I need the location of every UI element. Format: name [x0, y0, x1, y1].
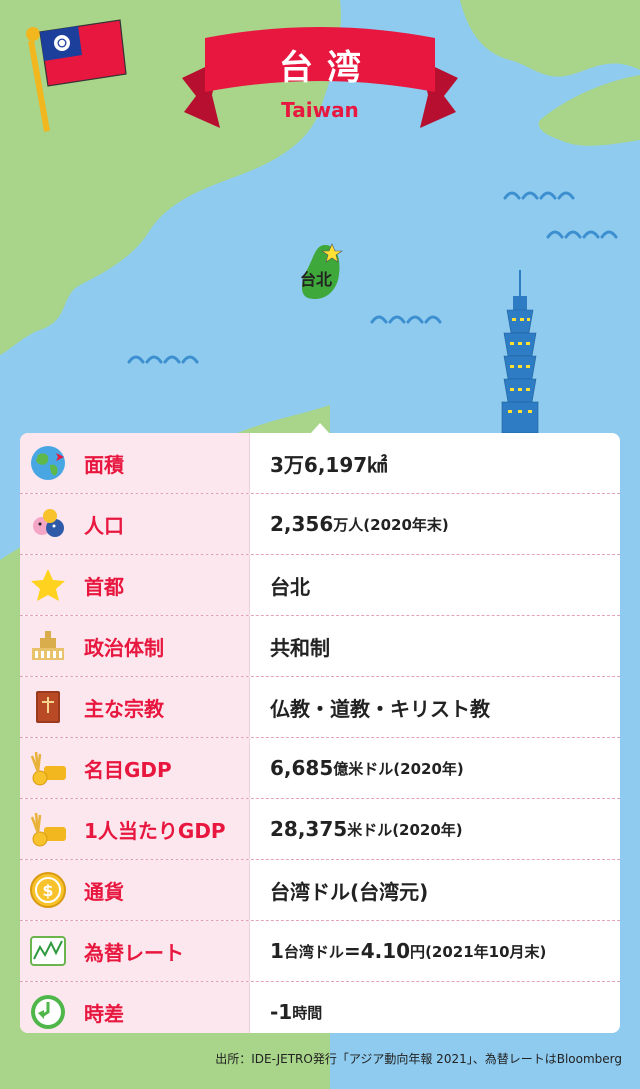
table-row: 為替レート 1 台湾ドル =4.10 円 (2021年10月末): [20, 920, 620, 981]
globe-icon: [26, 441, 70, 485]
row-label: 1人当たりGDP: [84, 818, 226, 843]
table-row: 1人当たりGDP 28,375 米ドル (2020年): [20, 798, 620, 859]
source-note: 出所：IDE-JETRO発行「アジア動向年報 2021」、為替レートはBloom…: [215, 1052, 622, 1066]
row-label: 通貨: [84, 879, 124, 904]
row-label: 人口: [84, 513, 124, 538]
table-row: 主な宗教 仏教・道教・キリスト教: [20, 676, 620, 737]
star-icon: [26, 563, 70, 607]
row-label: 面積: [84, 452, 124, 477]
wheat-coins-icon: [26, 746, 70, 790]
row-value: 台北: [270, 574, 310, 599]
row-value: 3万6,197㎢: [270, 452, 388, 477]
row-value-unit: 億米ドル: [333, 759, 394, 778]
people-icon: [26, 502, 70, 546]
row-value-unit: 米ドル: [347, 820, 393, 839]
info-table: 面積 3万6,197㎢ 人口 2,356 万人 (2020年末) 首都 台北 政…: [20, 433, 620, 1033]
row-note: (2021年10月末): [425, 942, 547, 961]
row-note: (2020年末): [363, 515, 449, 534]
row-label: 為替レート: [84, 940, 184, 965]
wave-icons: [127, 191, 618, 364]
row-label: 主な宗教: [84, 696, 164, 721]
taipei-101-tower-icon: [501, 270, 539, 434]
row-value: 1: [270, 939, 284, 963]
row-label: 政治体制: [84, 635, 164, 660]
row-value-unit: 時間: [292, 1003, 323, 1022]
row-label: 首都: [84, 574, 124, 599]
holy-book-icon: [26, 685, 70, 729]
coin-icon: $: [26, 868, 70, 912]
row-label: 時差: [84, 1001, 124, 1026]
page-subtitle: Taiwan: [281, 98, 359, 122]
svg-text:$: $: [42, 881, 53, 900]
page-title: 台湾: [279, 48, 375, 88]
row-value-unit: 台湾ドル: [283, 942, 344, 961]
row-value: -1: [270, 1000, 293, 1024]
table-row: 面積 3万6,197㎢: [20, 433, 620, 493]
clock-arrow-icon: [26, 990, 70, 1033]
row-value: 仏教・道教・キリスト教: [270, 696, 490, 721]
table-row: $ 通貨 台湾ドル(台湾元): [20, 859, 620, 920]
government-building-icon: [26, 624, 70, 668]
table-row: 政治体制 共和制: [20, 615, 620, 676]
row-value: 28,375: [270, 817, 348, 841]
table-row: 名目GDP 6,685 億米ドル (2020年): [20, 737, 620, 798]
row-label: 名目GDP: [84, 757, 172, 782]
row-value-rate: =4.10: [343, 939, 411, 963]
row-note: (2020年): [392, 820, 463, 839]
row-value-rate-unit: 円: [410, 942, 426, 961]
chart-icon: [26, 929, 70, 973]
row-note: (2020年): [393, 759, 464, 778]
table-row: 時差 -1 時間: [20, 981, 620, 1033]
infographic: 台湾 Taiwan 台北 面積 3万6,197㎢ 人口 2,356 万人 (2020…: [0, 0, 640, 1089]
row-value: 共和制: [270, 635, 330, 660]
row-value: 6,685: [270, 756, 334, 780]
row-value: 台湾ドル(台湾元): [270, 879, 429, 904]
table-row: 首都 台北: [20, 554, 620, 615]
row-value: 2,356: [270, 512, 334, 536]
capital-label: 台北: [300, 270, 333, 289]
table-row: 人口 2,356 万人 (2020年末): [20, 493, 620, 554]
row-value-unit: 万人: [333, 515, 364, 534]
wheat-coins-icon: [26, 807, 70, 851]
